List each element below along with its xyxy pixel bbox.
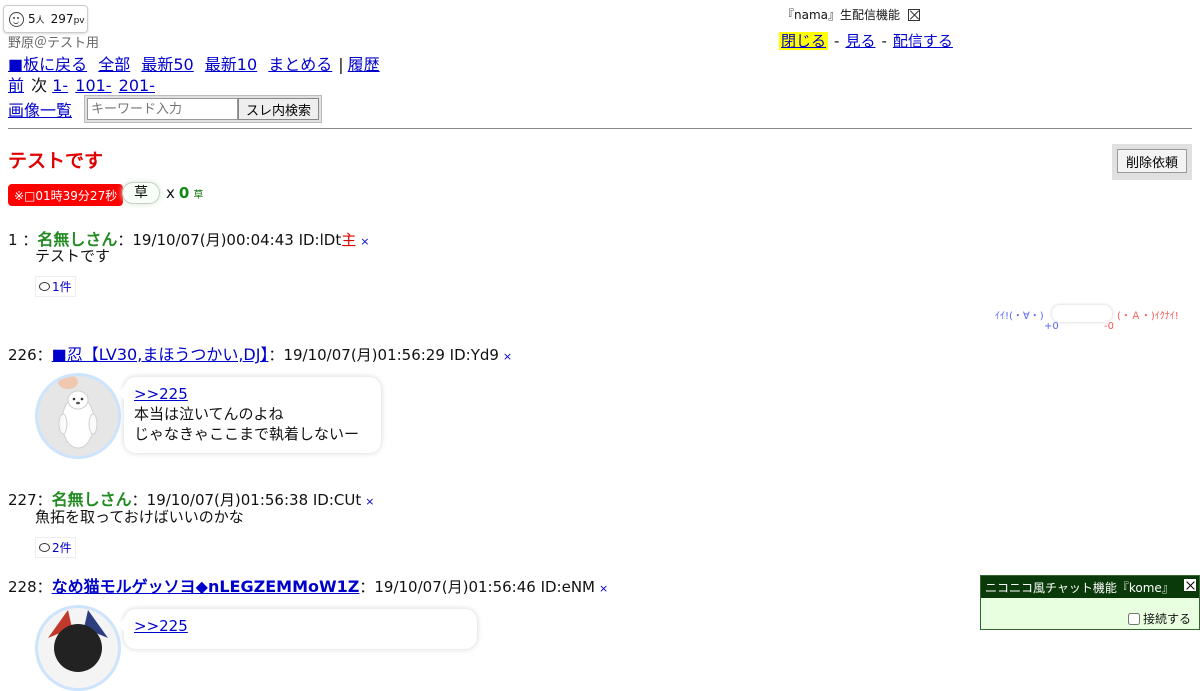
people-count: 5人: [28, 12, 45, 26]
post-sep: ：: [36, 578, 52, 596]
post-number: 228: [8, 578, 37, 596]
range-101-link[interactable]: 101-: [75, 76, 111, 95]
close-box-icon[interactable]: [908, 9, 921, 21]
reply-count: 1件: [52, 280, 72, 294]
post-sep: ：: [36, 346, 52, 364]
kome-chat-panel: ニコニコ風チャット機能『kome』 接続する: [980, 575, 1200, 630]
page-nav: 前 次 1- 101- 201-: [8, 72, 157, 96]
post-meta: ：19/10/07(月)01:56:46 ID:eNM: [359, 578, 596, 596]
delete-request-button[interactable]: 削除依頼: [1117, 149, 1187, 173]
speech-bubble-icon: [39, 543, 50, 552]
thread-search: スレ内検索: [84, 95, 323, 123]
reply-count: 2件: [52, 541, 72, 555]
poster-name-link[interactable]: なめ猫モルゲッソヨ◆nLEGZEMMoW1Z: [52, 577, 360, 596]
reply-count-button[interactable]: 2件: [35, 537, 76, 558]
post-header: 228：なめ猫モルゲッソヨ◆nLEGZEMMoW1Z：19/10/07(月)01…: [8, 573, 608, 597]
reply-count-button[interactable]: 1件: [35, 276, 76, 297]
vote-bar: [1052, 305, 1112, 322]
good-vote-button[interactable]: ｲｲ!(・∀・): [995, 307, 1044, 322]
nama-panel-title: 『nama』生配信機能: [782, 6, 921, 23]
kusa-unit: 草: [193, 189, 204, 201]
good-count: +0: [1044, 321, 1059, 332]
post-header: 226：■忍【LV30,まほうつかい,DJ】：19/10/07(月)01:56:…: [8, 341, 512, 365]
summary-link[interactable]: まとめる: [268, 55, 332, 74]
owner-mark: 主: [341, 231, 357, 249]
post-line: 本当は泣いてんのよね: [134, 405, 284, 423]
seal-figure-icon: [38, 376, 118, 456]
post-line: じゃなきゃここまで執着しないー: [134, 425, 360, 443]
hide-post-icon[interactable]: ×: [360, 235, 369, 248]
nama-close-link[interactable]: 閉じる: [779, 32, 829, 50]
divider: [8, 128, 1192, 129]
close-icon[interactable]: [1184, 579, 1196, 591]
nama-watch-link[interactable]: 見る: [845, 32, 875, 50]
search-button[interactable]: スレ内検索: [238, 98, 320, 120]
avatar: [35, 373, 121, 459]
post-number: 226: [8, 346, 37, 364]
anchor-link[interactable]: >>225: [134, 617, 188, 635]
dash: -: [834, 32, 840, 50]
nama-links: 閉じる - 見る - 配信する: [779, 30, 953, 51]
thread-title: テストです: [8, 150, 104, 172]
connect-checkbox[interactable]: [1127, 612, 1140, 625]
nama-broadcast-link[interactable]: 配信する: [893, 32, 953, 50]
bad-vote-button[interactable]: (・Ａ・)ｲｸﾅｲ!: [1117, 307, 1179, 322]
post-meta: ：19/10/07(月)00:04:43 ID:lDt: [117, 231, 342, 249]
history-link[interactable]: 履歴: [348, 55, 380, 74]
hide-post-icon[interactable]: ×: [503, 350, 512, 363]
range-201-link[interactable]: 201-: [119, 76, 155, 95]
pageview-count: 297pv: [50, 12, 85, 26]
hide-post-icon[interactable]: ×: [365, 495, 374, 508]
nama-title: 『nama』生配信機能: [782, 8, 901, 22]
kusa-times: x: [166, 184, 175, 202]
next-label: 次: [31, 76, 48, 95]
bad-count: -0: [1104, 321, 1114, 332]
post-number: 1: [8, 231, 18, 249]
viewer-counter: 5人 297pv: [3, 5, 88, 33]
nav-separator: |: [338, 55, 344, 74]
poster-name-link[interactable]: ■忍【LV30,まほうつかい,DJ】: [52, 345, 269, 364]
hide-post-icon[interactable]: ×: [599, 582, 608, 595]
prev-link[interactable]: 前: [8, 76, 24, 95]
delete-request-area: 削除依頼: [1112, 144, 1192, 180]
cat-avatar-icon: [38, 608, 118, 688]
kome-header: ニコニコ風チャット機能『kome』: [981, 576, 1199, 598]
connect-label: 接続する: [1142, 612, 1191, 626]
post-body: 魚拓を取っておけばいいのかな: [35, 508, 244, 526]
anchor-link[interactable]: >>225: [134, 385, 188, 403]
post-meta: ：19/10/07(月)01:56:29 ID:Yd9: [268, 346, 499, 364]
timer-badge: ※□01時39分27秒: [8, 184, 124, 206]
post-body: テストです: [35, 247, 111, 265]
speech-bubble: >>225: [116, 609, 477, 649]
kusa-area: 草 x 0 草: [122, 182, 203, 204]
kusa-count: 0: [178, 184, 190, 202]
kome-title: ニコニコ風チャット機能『kome』: [985, 581, 1174, 595]
post-number: 227: [8, 491, 37, 509]
avatar: [35, 605, 121, 691]
search-row: 画像一覧 スレ内検索: [8, 95, 323, 123]
kome-connect-toggle[interactable]: 接続する: [1127, 610, 1191, 627]
image-list-link[interactable]: 画像一覧: [8, 97, 72, 121]
dash: -: [881, 32, 887, 50]
kusa-button[interactable]: 草: [122, 182, 160, 204]
speech-bubble: >>225 本当は泣いてんのよね じゃなきゃここまで執着しないー: [116, 377, 381, 453]
speech-bubble-icon: [39, 282, 50, 291]
smiley-face-icon: [9, 11, 24, 27]
board-name: 野原＠テスト用: [8, 36, 100, 51]
range-1-link[interactable]: 1-: [52, 76, 68, 95]
latest-10-link[interactable]: 最新10: [205, 55, 257, 74]
search-input[interactable]: [87, 98, 239, 120]
